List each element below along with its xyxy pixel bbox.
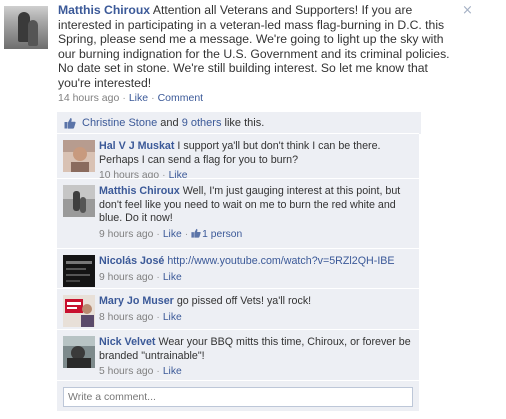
others-like-link[interactable]: 9 others — [182, 117, 222, 129]
separator-dot: · — [156, 366, 160, 377]
commenter-avatar[interactable] — [63, 255, 95, 287]
comment-like-link[interactable]: Like — [163, 312, 182, 323]
commenter-name-link[interactable]: Nicolás José — [99, 255, 164, 267]
commenter-photo-icon — [63, 140, 95, 172]
author-avatar[interactable] — [4, 6, 48, 49]
separator-dot: · — [156, 228, 160, 240]
comment-item: Matthis Chiroux Well, I'm just gauging i… — [57, 178, 419, 248]
comment-item: Mary Jo Muser go pissed off Vets! ya'll … — [57, 288, 419, 329]
commenter-avatar[interactable] — [63, 295, 95, 327]
remove-story-icon[interactable]: × — [462, 3, 473, 18]
commenter-avatar[interactable] — [63, 336, 95, 368]
write-comment-input[interactable]: Write a comment... — [63, 387, 413, 407]
comment-meta: 5 hours ago · Like — [99, 365, 411, 379]
comment-timestamp[interactable]: 9 hours ago — [99, 272, 153, 283]
likes-summary: Christine Stone and 9 others like this. — [57, 112, 421, 134]
commenter-photo-icon — [63, 336, 95, 368]
feed-story: Matthis Chiroux Attention all Veterans a… — [0, 0, 506, 411]
separator-dot: · — [156, 311, 160, 323]
comment-like-link[interactable]: Like — [163, 366, 182, 377]
feedback-panel: Christine Stone and 9 others like this. … — [57, 112, 421, 411]
separator-dot: · — [184, 228, 189, 240]
comment-content: Matthis Chiroux Well, I'm just gauging i… — [99, 185, 411, 241]
likes-count-text: 1 person — [202, 228, 243, 240]
comment-composer: Write a comment... — [57, 380, 419, 411]
comment-likes-count[interactable]: 1 person — [191, 228, 243, 240]
story-author-link[interactable]: Matthis Chiroux — [58, 3, 150, 17]
commenter-name-link[interactable]: Matthis Chiroux — [99, 185, 180, 197]
comment-like-link[interactable]: Like — [163, 229, 182, 240]
commenter-photo-icon — [63, 185, 95, 217]
story-comment-link[interactable]: Comment — [158, 92, 204, 104]
separator-dot: · — [156, 271, 160, 283]
comment-meta: 9 hours ago · Like · 1 person — [99, 228, 411, 242]
comment-timestamp[interactable]: 5 hours ago — [99, 366, 153, 377]
story-timestamp[interactable]: 14 hours ago — [58, 92, 119, 104]
thumbs-up-icon — [191, 228, 201, 238]
comment-content: Hal V J Muskat I support ya'll but don't… — [99, 140, 411, 183]
comment-item: Nicolás José http://www.youtube.com/watc… — [57, 248, 419, 288]
likes-conjunction: and — [160, 117, 179, 129]
comment-meta: 9 hours ago · Like — [99, 271, 411, 285]
separator-dot: · — [122, 92, 126, 104]
story-meta: 14 hours ago · Like · Comment — [58, 92, 203, 104]
comment-content: Nick Velvet Wear your BBQ mitts this tim… — [99, 336, 411, 379]
separator-dot: · — [151, 92, 155, 104]
thumbs-up-icon — [64, 118, 76, 129]
commenter-avatar[interactable] — [63, 185, 95, 217]
likes-suffix: like this. — [224, 117, 265, 129]
comment-url-link[interactable]: http://www.youtube.com/watch?v=5RZl2QH-I… — [167, 255, 394, 267]
commenter-avatar[interactable] — [63, 140, 95, 172]
commenter-name-link[interactable]: Mary Jo Muser — [99, 295, 174, 307]
avatar-figure — [28, 20, 38, 46]
comment-content: Nicolás José http://www.youtube.com/watc… — [99, 255, 411, 284]
comment-timestamp[interactable]: 9 hours ago — [99, 229, 153, 240]
story-like-link[interactable]: Like — [129, 92, 148, 104]
likes-text: Christine Stone and 9 others like this. — [82, 113, 264, 133]
comment-meta: 8 hours ago · Like — [99, 311, 411, 325]
comment-timestamp[interactable]: 8 hours ago — [99, 312, 153, 323]
comment-content: Mary Jo Muser go pissed off Vets! ya'll … — [99, 295, 411, 324]
commenter-photo-icon — [63, 255, 95, 287]
comment-item: Hal V J Muskat I support ya'll but don't… — [57, 133, 419, 181]
commenter-name-link[interactable]: Nick Velvet — [99, 336, 155, 348]
commenter-photo-icon — [63, 295, 95, 327]
commenter-name-link[interactable]: Hal V J Muskat — [99, 140, 174, 152]
story-message: Matthis Chiroux Attention all Veterans a… — [58, 3, 458, 90]
comment-item: Nick Velvet Wear your BBQ mitts this tim… — [57, 329, 419, 380]
comment-text: go pissed off Vets! ya'll rock! — [176, 295, 312, 307]
comment-like-link[interactable]: Like — [163, 272, 182, 283]
liker-link[interactable]: Christine Stone — [82, 117, 157, 129]
